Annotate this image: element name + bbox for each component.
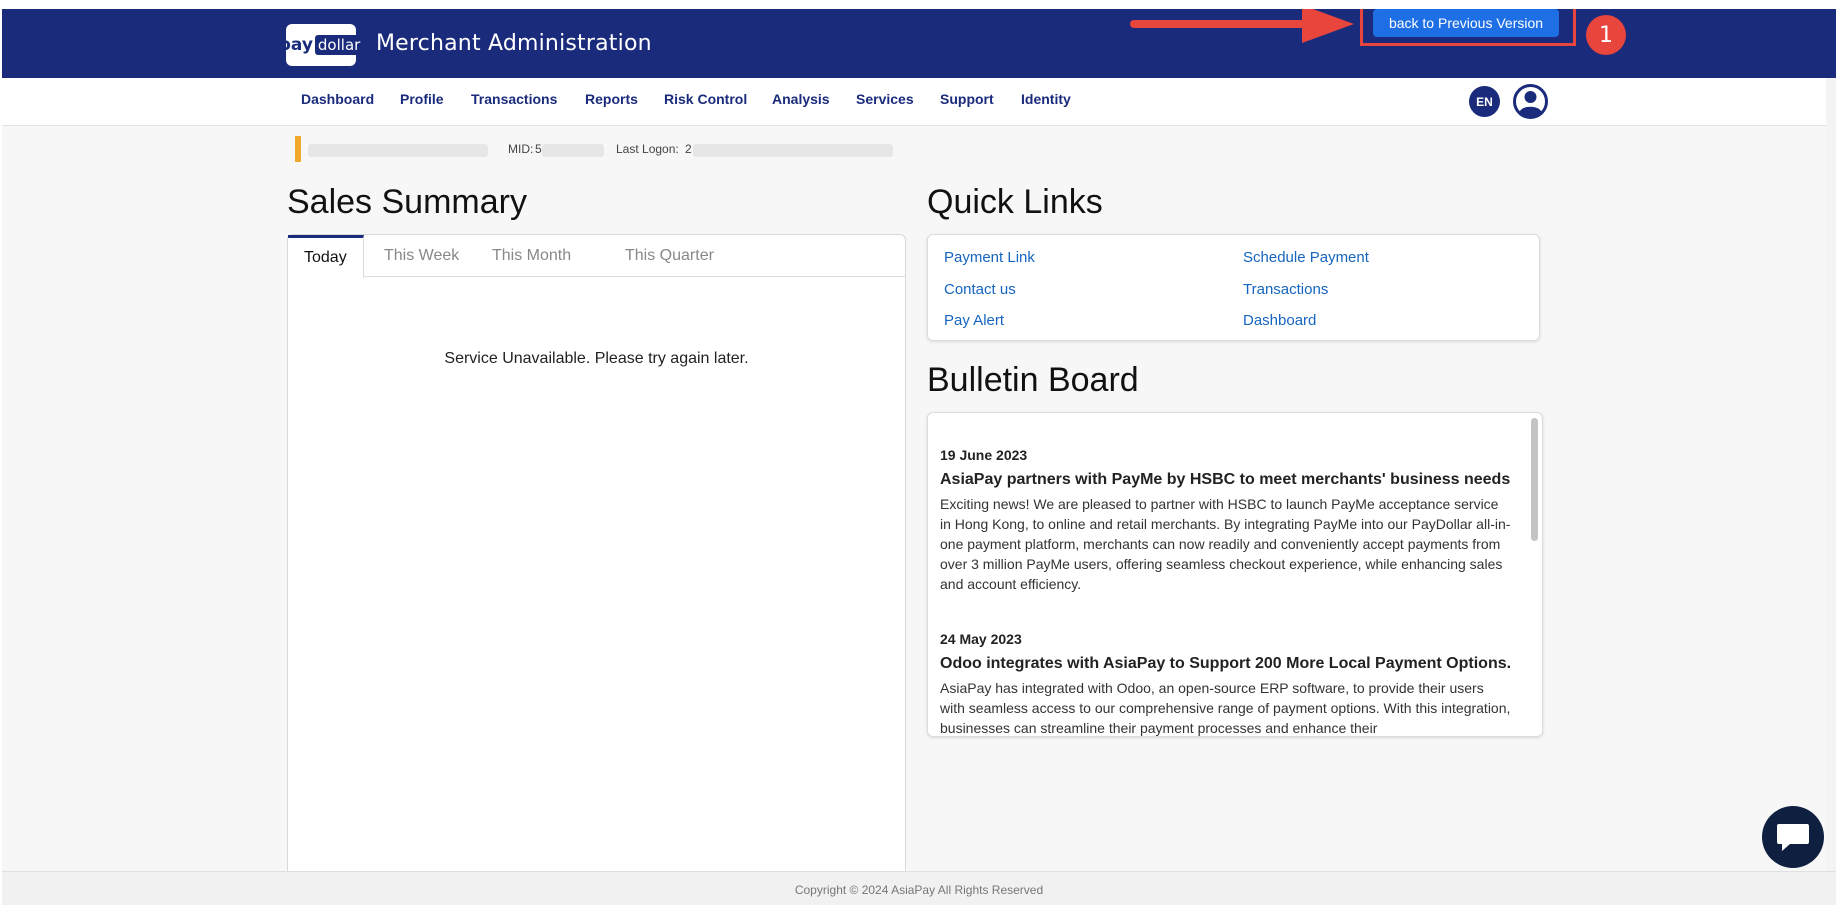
bulletin-headline[interactable]: Odoo integrates with AsiaPay to Support … <box>940 654 1512 674</box>
tab-today[interactable]: Today <box>288 235 364 278</box>
quick-link-transactions[interactable]: Transactions <box>1243 281 1328 298</box>
bulletin-board-title: Bulletin Board <box>927 361 1139 399</box>
quick-links-title: Quick Links <box>927 183 1103 221</box>
user-circle-icon[interactable] <box>1513 84 1548 119</box>
bulletin-item: 24 May 2023 Odoo integrates with AsiaPay… <box>940 631 1512 736</box>
logo-dollar-text: dollar <box>314 35 364 55</box>
step-number-badge: 1 <box>1586 15 1626 55</box>
quick-link-contact-us[interactable]: Contact us <box>944 281 1016 298</box>
nav-item-reports[interactable]: Reports <box>585 91 638 107</box>
nav-item-transactions[interactable]: Transactions <box>471 91 557 107</box>
mid-redacted <box>542 144 604 157</box>
bulletin-item: 19 June 2023 AsiaPay partners with PayMe… <box>940 447 1512 594</box>
tab-this-month[interactable]: This Month <box>476 235 587 277</box>
quick-links-panel: Payment Link Schedule Payment Contact us… <box>927 234 1540 341</box>
service-unavailable-message: Service Unavailable. Please try again la… <box>444 350 749 367</box>
tab-this-quarter[interactable]: This Quarter <box>609 235 730 277</box>
footer: Copyright © 2024 AsiaPay All Rights Rese… <box>2 871 1836 905</box>
top-header: pay dollar Merchant Administration back … <box>2 9 1836 78</box>
paydollar-logo[interactable]: pay dollar <box>279 24 364 66</box>
bulletin-body: AsiaPay has integrated with Odoo, an ope… <box>940 680 1511 736</box>
language-button[interactable]: EN <box>1469 86 1500 117</box>
main-nav: Dashboard Profile Transactions Reports R… <box>2 78 1836 126</box>
bulletin-headline[interactable]: AsiaPay partners with PayMe by HSBC to m… <box>940 470 1512 490</box>
nav-item-support[interactable]: Support <box>940 91 994 107</box>
nav-item-analysis[interactable]: Analysis <box>772 91 830 107</box>
copyright-text: Copyright © 2024 AsiaPay All Rights Rese… <box>794 883 1044 897</box>
nav-item-profile[interactable]: Profile <box>400 91 444 107</box>
sales-summary-title: Sales Summary <box>287 183 527 221</box>
last-logon-label: Last Logon: <box>616 142 679 156</box>
nav-item-risk-control[interactable]: Risk Control <box>664 91 747 107</box>
screenshot-frame: pay dollar Merchant Administration back … <box>0 0 1838 907</box>
quick-link-payment-link[interactable]: Payment Link <box>944 249 1035 266</box>
quick-link-schedule-payment[interactable]: Schedule Payment <box>1243 249 1369 266</box>
nav-item-dashboard[interactable]: Dashboard <box>301 91 374 107</box>
app-title: Merchant Administration <box>376 31 652 56</box>
nav-item-services[interactable]: Services <box>856 91 914 107</box>
arrow-right-icon <box>1130 20 1330 28</box>
merchant-name-redacted <box>308 144 488 157</box>
bulletin-scrollbar[interactable] <box>1531 418 1538 541</box>
sales-summary-panel: Today This Week This Month This Quarter … <box>287 234 906 905</box>
mid-label: MID: <box>508 142 534 156</box>
sales-tabs: Today This Week This Month This Quarter <box>288 235 905 278</box>
chat-bubble-icon[interactable] <box>1762 806 1824 868</box>
arrow-head-icon <box>1302 9 1354 43</box>
page-scrollbar[interactable] <box>1826 78 1836 871</box>
bulletin-date: 19 June 2023 <box>940 447 1028 463</box>
bulletin-board-panel: 19 June 2023 AsiaPay partners with PayMe… <box>927 412 1543 737</box>
last-logon-value: 2 <box>685 142 692 156</box>
logo-pay-text: pay <box>278 35 313 55</box>
quick-link-dashboard[interactable]: Dashboard <box>1243 312 1316 329</box>
app-window: pay dollar Merchant Administration back … <box>2 9 1836 905</box>
quick-link-pay-alert[interactable]: Pay Alert <box>944 312 1004 329</box>
bulletin-body: Exciting news! We are pleased to partner… <box>940 496 1511 592</box>
last-logon-redacted <box>693 144 893 157</box>
nav-item-identity[interactable]: Identity <box>1021 91 1071 107</box>
mid-value: 5 <box>535 142 542 156</box>
bulletin-date: 24 May 2023 <box>940 631 1022 647</box>
merchant-info-strip: MID: 5 Last Logon: 2 <box>295 136 915 162</box>
info-accent-bar <box>295 136 301 162</box>
tab-this-week[interactable]: This Week <box>368 235 475 277</box>
back-to-previous-version-button[interactable]: back to Previous Version <box>1373 9 1559 37</box>
